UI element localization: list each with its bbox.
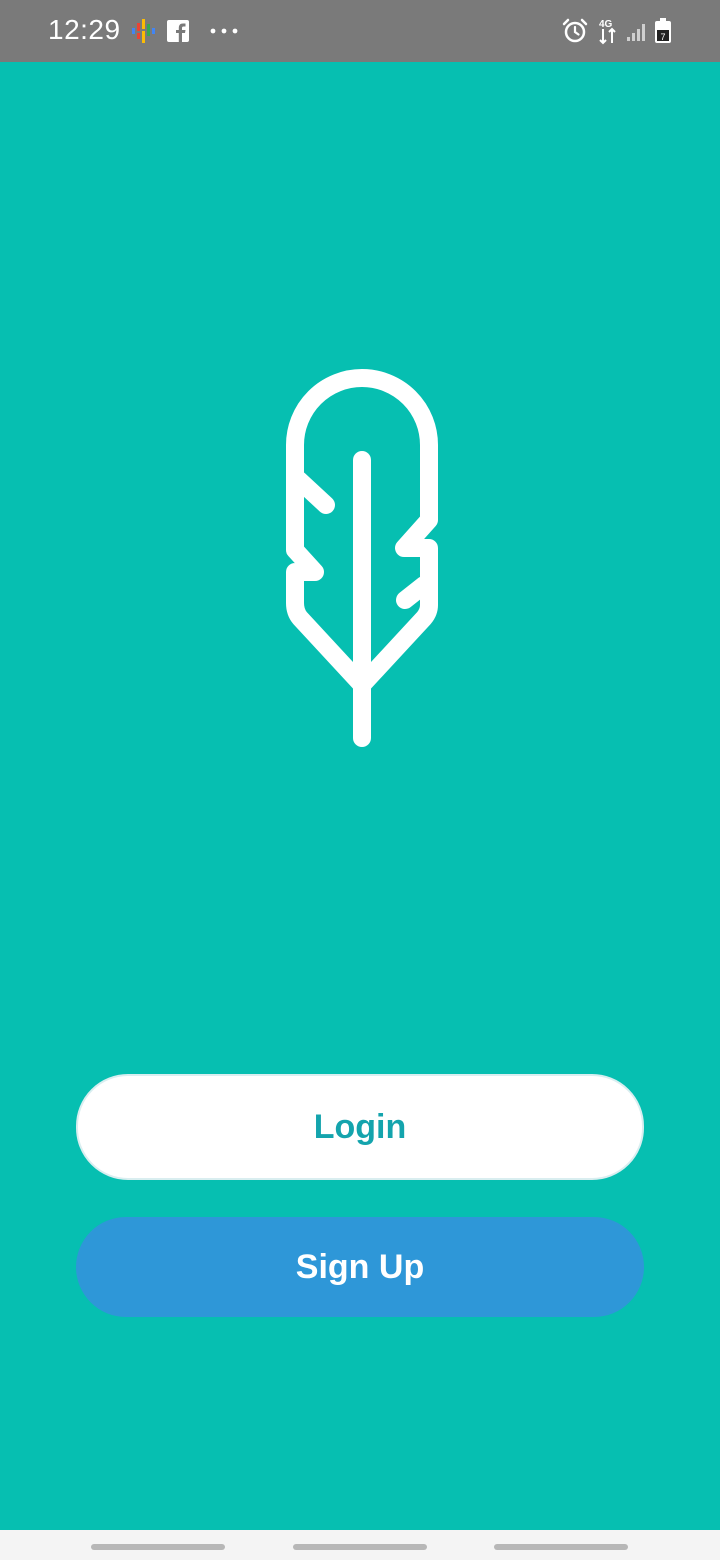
alarm-icon [562,18,588,43]
battery-icon: 7 [655,18,671,43]
feather-icon [286,369,438,747]
nav-back-button[interactable] [494,1544,628,1550]
more-dots-icon [210,28,238,34]
navigation-bar [0,1530,720,1560]
signal-icon [627,24,645,41]
podcast-icon [132,19,155,43]
nav-home-button[interactable] [293,1544,427,1550]
svg-text:4G: 4G [599,19,613,30]
signup-button[interactable]: Sign Up [76,1217,644,1317]
nav-recents-button[interactable] [91,1544,225,1550]
welcome-screen: 12:29 4G 7 Login Sign Up [0,0,720,1560]
login-button[interactable]: Login [76,1074,644,1180]
status-bar: 12:29 4G 7 [0,0,720,62]
data-transfer-icon: 4G [599,19,616,45]
svg-text:7: 7 [660,32,665,42]
facebook-icon [167,20,189,42]
status-time: 12:29 [48,14,121,45]
